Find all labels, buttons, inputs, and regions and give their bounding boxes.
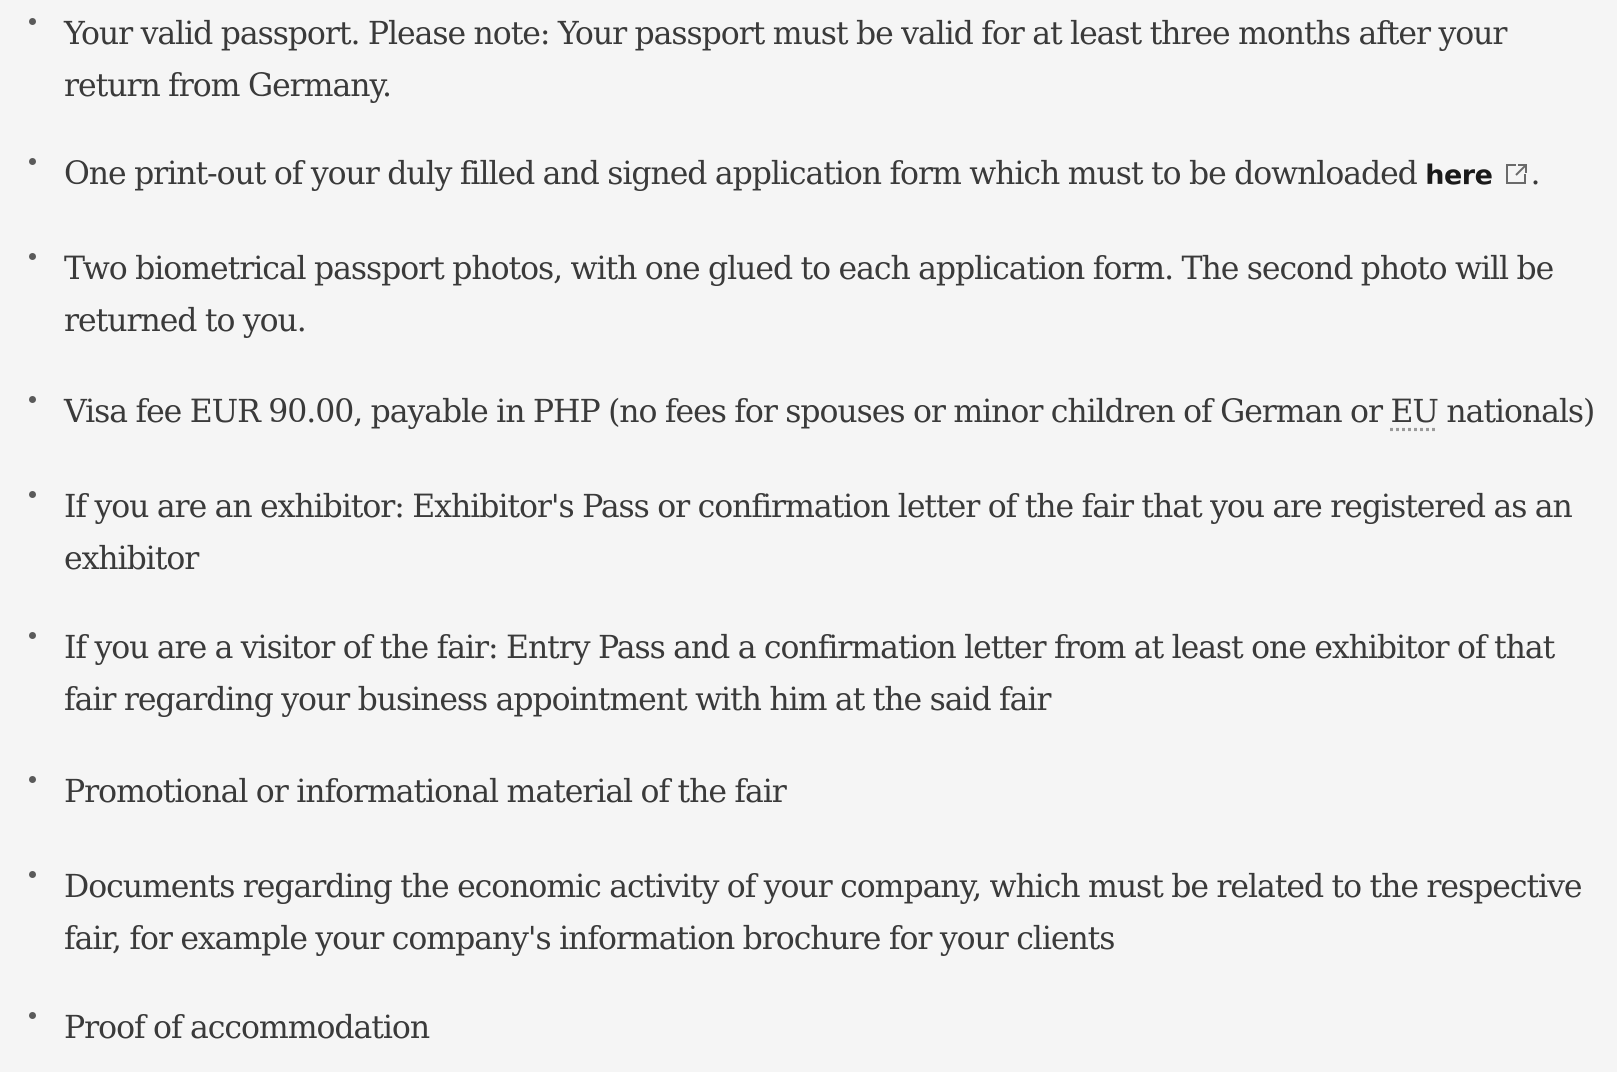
list-item-text: Your valid passport. Please note: Your p… — [64, 16, 1507, 104]
list-item-text-part: One print-out of your duly filled and si… — [64, 156, 1426, 192]
bullet-icon — [29, 1012, 36, 1019]
bullet-icon — [29, 18, 36, 25]
bullet-icon — [29, 396, 36, 403]
bullet-icon — [29, 871, 36, 878]
list-item-text: Promotional or informational material of… — [64, 774, 787, 810]
download-form-link[interactable]: here — [1425, 160, 1530, 191]
bullet-icon — [29, 158, 36, 165]
list-item-text: Visa fee EUR 90.00, payable in PHP (no f… — [64, 386, 1609, 438]
bullet-icon — [29, 632, 36, 639]
list-item-text-part: Visa fee EUR 90.00, payable in PHP (no f… — [64, 394, 1391, 430]
list-item-text: Documents regarding the economic activit… — [64, 869, 1582, 957]
list-item-text: If you are a visitor of the fair: Entry … — [64, 630, 1555, 718]
list-item-text-part: . — [1530, 156, 1540, 192]
list-item-text-part: nationals) — [1437, 394, 1595, 430]
eu-abbreviation[interactable]: EU — [1390, 394, 1439, 430]
list-item-text: Proof of accommodation — [64, 1010, 430, 1046]
list-item-text: One print-out of your duly filled and si… — [64, 148, 1609, 202]
external-link-icon — [1506, 164, 1528, 184]
list-item-text: If you are an exhibitor: Exhibitor's Pas… — [64, 489, 1573, 577]
document-page: Your valid passport. Please note: Your p… — [0, 0, 1617, 1072]
bullet-icon — [29, 491, 36, 498]
bullet-icon — [29, 253, 36, 260]
bullet-icon — [29, 776, 36, 783]
list-item-text: Two biometrical passport photos, with on… — [64, 251, 1554, 339]
download-form-link-label: here — [1425, 160, 1493, 191]
